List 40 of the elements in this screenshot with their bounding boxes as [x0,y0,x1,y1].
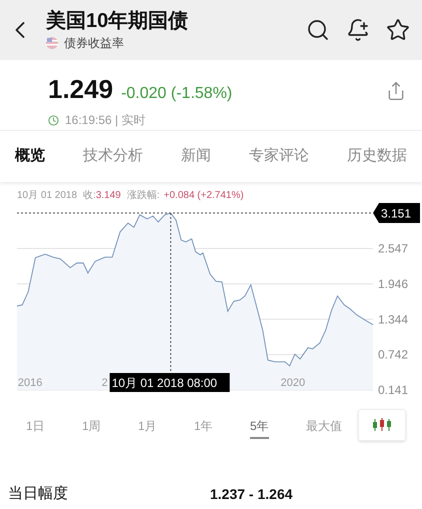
stat-value: 1.237 - 1.264 [210,484,293,504]
chart-type-button[interactable] [358,409,406,441]
page-title: 美国10年期国债 [46,8,188,34]
range-tab[interactable]: 1日 [26,415,82,435]
range-tab[interactable]: 1年 [194,415,250,435]
y-axis-label: 1.946 [378,276,408,291]
chart-date: 10月 01 2018 [17,189,78,203]
value-tag: 3.151 [373,203,420,224]
search-icon[interactable] [306,18,330,42]
clock-icon [48,114,59,126]
y-axis-label: 0.742 [378,348,408,362]
range-tab[interactable]: 最大值 [306,415,362,435]
update-time: 16:19:56 | 实时 [65,112,146,129]
tab[interactable]: 新闻 [181,145,211,168]
subtitle: 债券收益率 [64,35,124,52]
date-tooltip: 10月 01 2018 08:00 [110,373,230,392]
price-change: -0.020 (-1.58%) [121,84,232,104]
y-axis-label: 0.141 [378,383,408,397]
range-tab[interactable]: 1周 [82,415,138,435]
tab[interactable]: 历史数据 [347,145,407,168]
tab[interactable]: 专家评论 [249,145,309,168]
x-axis-label: 2020 [280,377,306,389]
close-label: 收: [83,189,96,203]
bell-plus-icon[interactable] [346,18,370,42]
close-value: 3.149 [96,189,121,203]
star-icon[interactable] [386,18,410,42]
tab[interactable]: 概览 [15,145,45,168]
range-tab[interactable]: 1月 [138,415,194,435]
flag-icon [46,37,58,49]
change-label: 涨跌幅: [126,188,160,203]
x-axis-label: 2 [102,377,108,389]
price: 1.249 [48,73,114,106]
y-axis-label: 1.344 [378,312,408,326]
candlestick-icon [372,418,392,432]
tab[interactable]: 技术分析 [83,145,143,168]
stat-label: 当日幅度 [8,484,69,504]
y-axis-label: 2.547 [378,242,408,256]
x-axis-label: 2016 [18,377,42,389]
share-icon[interactable] [386,80,406,102]
change-value: +0.084 (+2.741%) [164,189,244,203]
